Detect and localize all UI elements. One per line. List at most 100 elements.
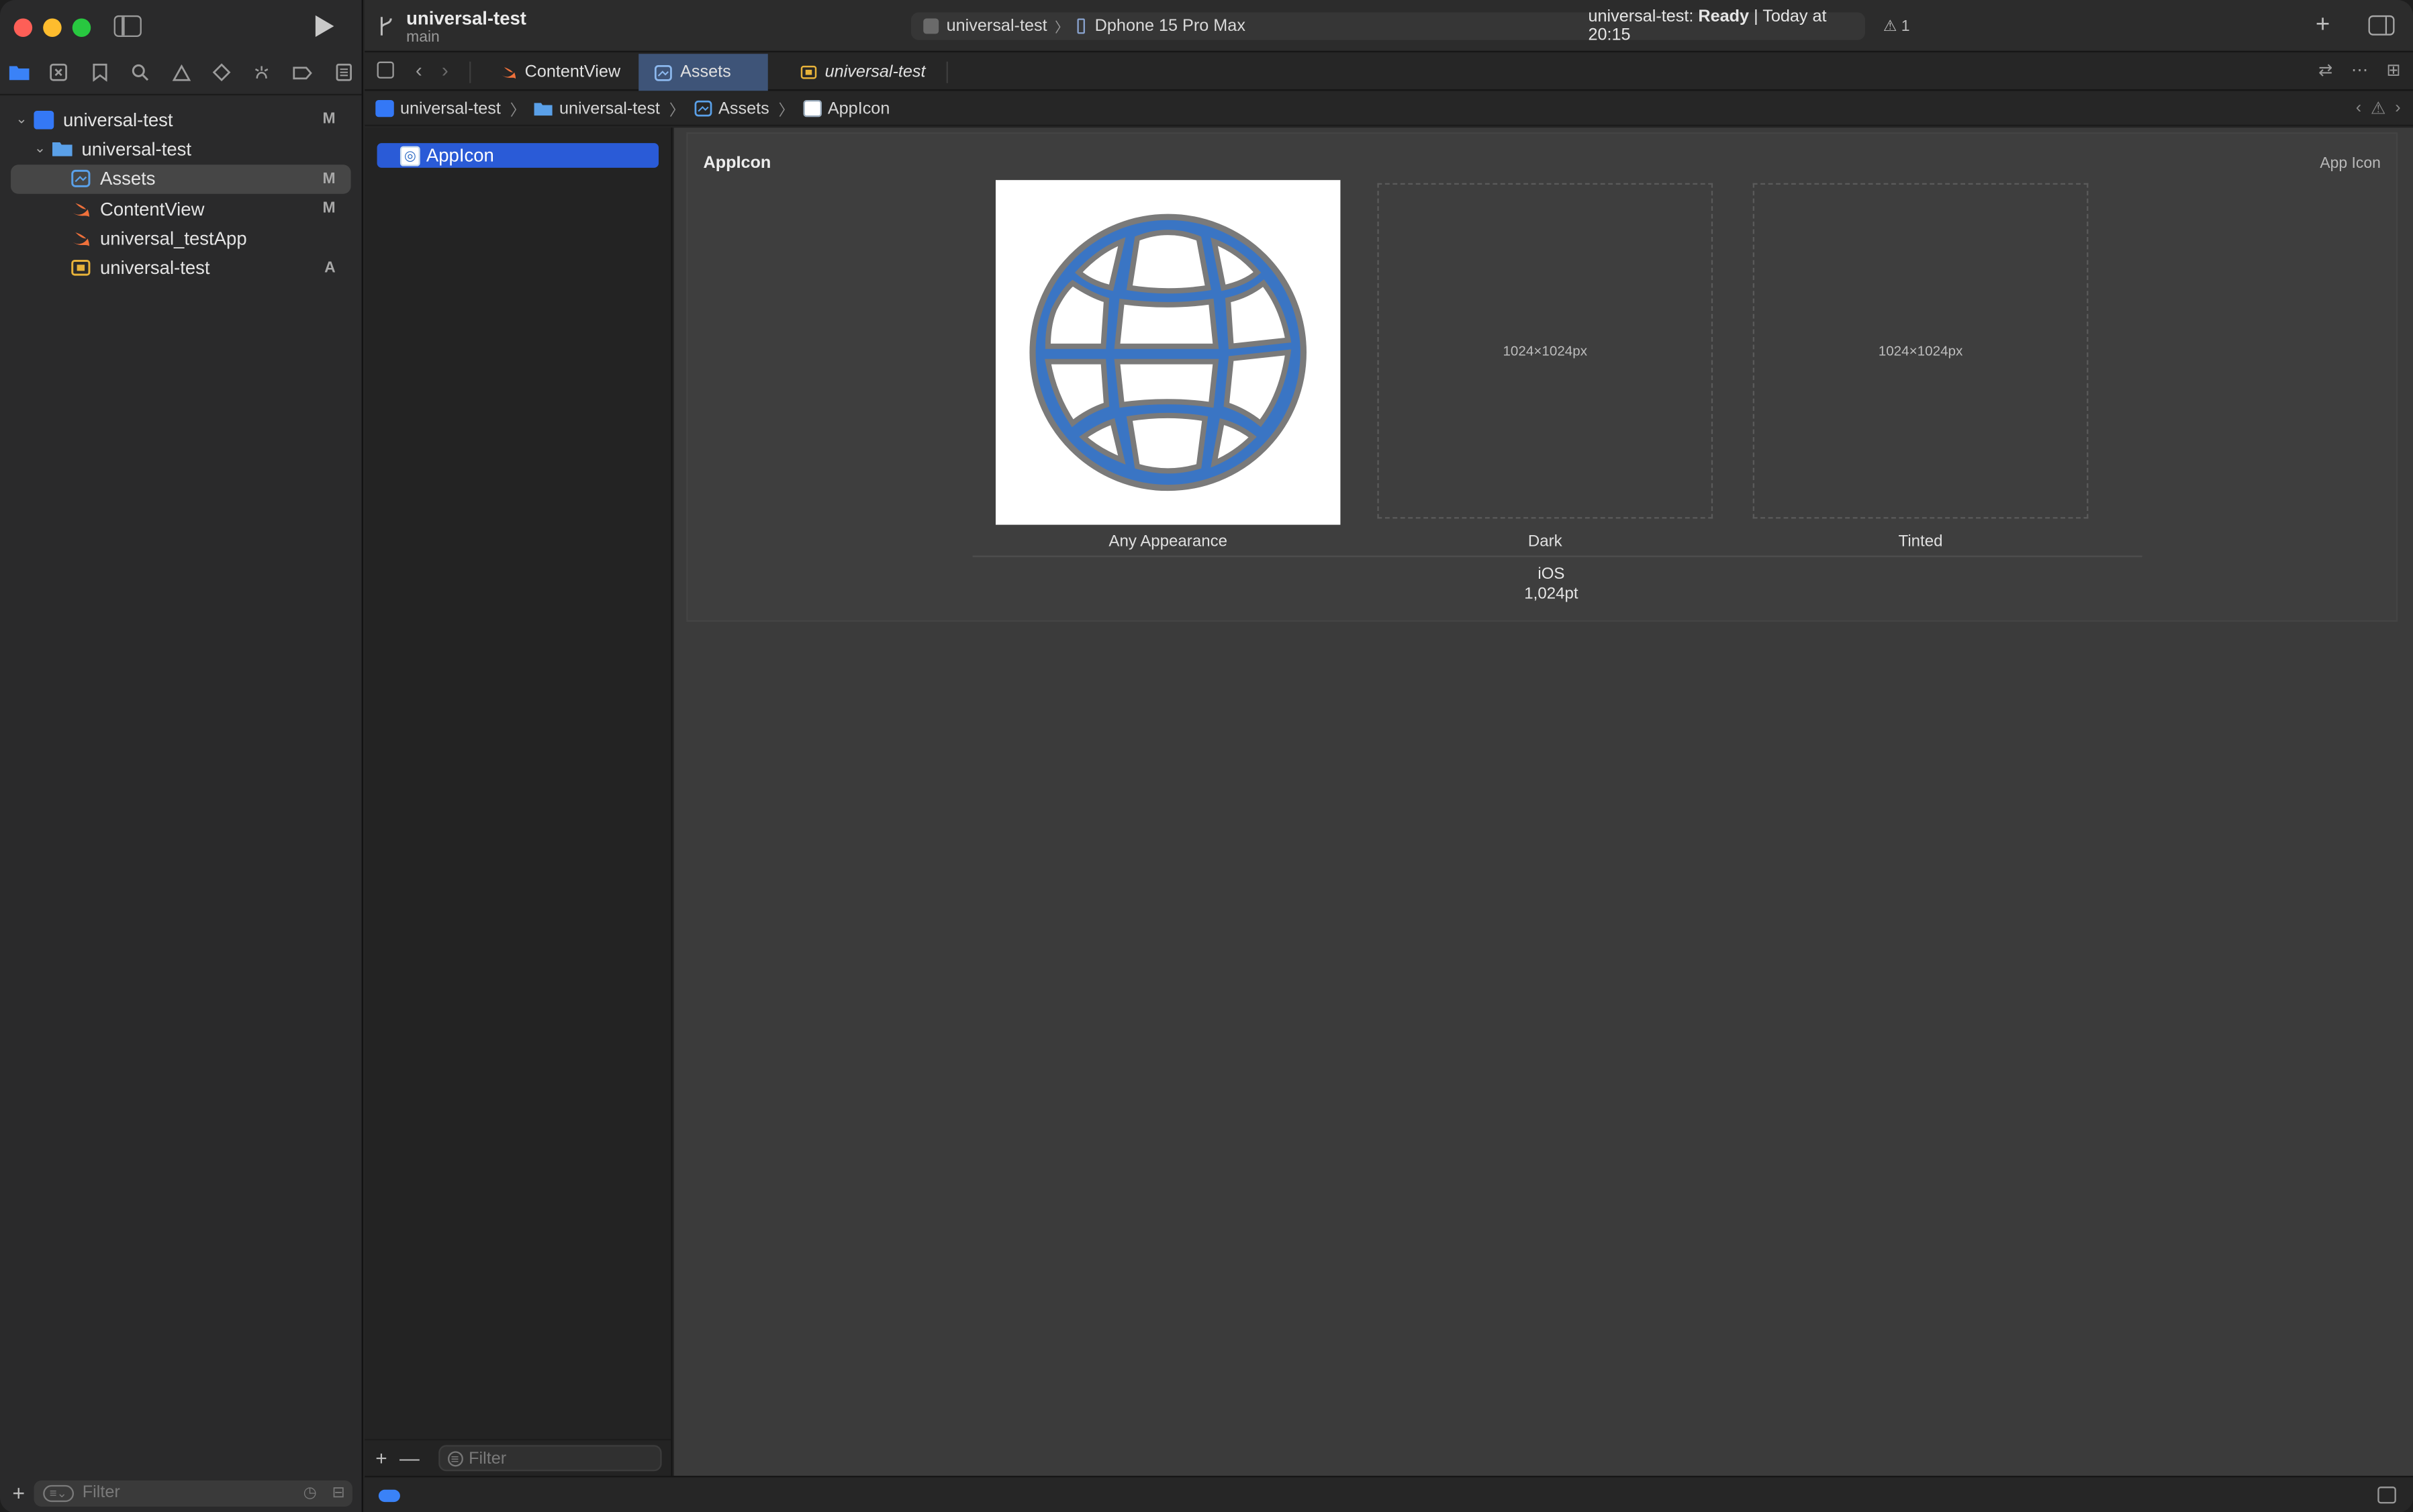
next-issue-icon[interactable]: › [2395, 99, 2400, 119]
size-hint: 1024×1024px [1503, 343, 1588, 359]
breadcrumb-label: Assets [718, 99, 769, 118]
breadcrumb-project[interactable]: universal-test [375, 99, 501, 118]
slot-label: Any Appearance [1108, 532, 1228, 551]
chevron-down-icon[interactable]: ⌄ [14, 111, 30, 128]
list-item[interactable]: ◎ AppIcon [377, 143, 659, 168]
app-icon-thumbnail-icon [803, 99, 822, 117]
tree-item-label: universal-test [81, 138, 192, 160]
globe-icon [1029, 214, 1307, 491]
chevron-right-icon: 〉 [778, 103, 794, 120]
zoom-window-button[interactable] [72, 18, 91, 38]
navigator-filter-field[interactable]: ≡⌄ Filter ◷ ⊟ [34, 1479, 353, 1506]
filter-icon: ≡ [447, 1450, 463, 1466]
report-icon[interactable] [331, 62, 356, 83]
add-asset-button[interactable]: + [375, 1447, 387, 1470]
asset-catalog-icon [694, 100, 712, 117]
tree-row-entitlements[interactable]: universal-test A [0, 253, 362, 283]
asset-filter-field[interactable]: ≡ Filter [438, 1445, 661, 1472]
add-editor-icon[interactable]: ⊞ [2387, 60, 2401, 81]
editor-tab-bar: ‹ › ContentView Assets universal-test ⇄ … [365, 54, 2413, 91]
tree-row-app[interactable]: universal_testApp [0, 224, 362, 253]
branch-name[interactable]: main [406, 30, 440, 46]
iphone-icon [1078, 18, 1086, 34]
issue-warning-icon[interactable]: ⚠ [2371, 99, 2386, 119]
activity-view: universal-test 〉 Dphone 15 Pro Max unive… [910, 7, 1909, 44]
tree-row-contentview[interactable]: ContentView M [0, 194, 362, 224]
scheme-selector[interactable]: universal-test 〉 [923, 16, 1069, 36]
swift-file-icon [72, 202, 89, 217]
slot-label: Dark [1527, 532, 1562, 551]
divider [946, 61, 948, 83]
source-control-icon[interactable] [47, 62, 72, 83]
folder-icon[interactable] [6, 62, 31, 83]
back-arrow-icon[interactable]: ‹ [416, 58, 422, 81]
project-icon [375, 99, 394, 117]
inspector-toggle-icon[interactable] [2368, 15, 2395, 36]
platform-caption: iOS 1,024pt [688, 565, 2413, 603]
sidebar-toggle-icon[interactable] [113, 15, 142, 38]
slot-tinted[interactable]: 1024×1024px Tinted [1748, 180, 2093, 551]
breakpoint-icon[interactable] [290, 62, 315, 83]
filter-placeholder: Filter [469, 1449, 507, 1468]
recent-files-icon[interactable]: ◷ [303, 1484, 317, 1501]
swap-arrows-icon[interactable]: ⇄ [2318, 60, 2332, 81]
breakpoints-toggle-icon[interactable] [378, 1489, 400, 1503]
close-window-button[interactable] [13, 18, 33, 38]
asset-name: AppIcon [426, 144, 494, 167]
destination-selector[interactable]: Dphone 15 Pro Max [1078, 17, 1245, 36]
run-button[interactable] [315, 15, 334, 38]
breadcrumb-label: universal-test [399, 99, 501, 118]
test-icon[interactable] [209, 62, 234, 83]
project-title[interactable]: universal-test [406, 7, 526, 29]
tree-row-group[interactable]: ⌄ universal-test [0, 134, 362, 164]
filter-options-icon[interactable]: ≡⌄ [43, 1484, 74, 1501]
remove-asset-button[interactable]: — [399, 1447, 420, 1470]
divider [972, 555, 2142, 557]
navigator-tabs [6, 58, 355, 86]
breadcrumb-appicon[interactable]: AppIcon [803, 99, 890, 117]
tree-item-label: universal-test [99, 257, 210, 279]
project-icon [34, 110, 54, 129]
swift-file-icon [502, 67, 516, 79]
tree-row-project[interactable]: ⌄ universal-test M [0, 105, 362, 134]
more-options-icon[interactable]: ⋯ [2351, 60, 2368, 81]
empty-image-well[interactable]: 1024×1024px [1752, 183, 2089, 519]
xcode-window: ⌄ universal-test M ⌄ universal-test Asse… [0, 0, 2413, 1512]
find-icon[interactable] [128, 62, 153, 83]
debug-area-toggle-icon[interactable] [2377, 1486, 2396, 1504]
status-badge: M [322, 170, 336, 188]
folder-icon [52, 142, 73, 156]
tab-entitlements[interactable]: universal-test [785, 54, 954, 91]
breadcrumb-group[interactable]: universal-test [534, 99, 660, 118]
size-hint: 1024×1024px [1878, 343, 1963, 359]
minimize-window-button[interactable] [43, 18, 62, 38]
breadcrumb-assets[interactable]: Assets [694, 99, 769, 118]
tab-assets[interactable]: Assets [638, 54, 768, 91]
scm-filter-icon[interactable]: ⊟ [332, 1484, 345, 1501]
previous-issue-icon[interactable]: ‹ [2356, 99, 2361, 119]
slot-any-appearance[interactable]: Any Appearance [995, 180, 1341, 551]
build-status: universal-test: Ready | Today at 20:15 [1588, 7, 1865, 44]
chevron-right-icon: 〉 [669, 103, 685, 120]
empty-image-well[interactable]: 1024×1024px [1377, 183, 1713, 519]
breadcrumb-label: universal-test [559, 99, 660, 118]
slot-dark[interactable]: 1024×1024px Dark [1373, 180, 1717, 551]
tree-row-assets[interactable]: Assets M [11, 164, 351, 194]
chevron-down-icon[interactable]: ⌄ [32, 141, 48, 158]
tab-contentview[interactable]: ContentView [485, 54, 638, 91]
icon-image-well[interactable] [995, 180, 1341, 525]
debug-bar [365, 1476, 2413, 1512]
asset-list-footer: + — ≡ Filter [365, 1439, 671, 1476]
library-add-button[interactable]: + [2316, 12, 2330, 40]
window-controls [13, 18, 91, 38]
warning-indicator[interactable]: ⚠ 1 [1883, 17, 1910, 34]
status-badge: M [322, 111, 336, 128]
bookmark-icon[interactable] [87, 62, 112, 83]
debug-icon[interactable] [250, 62, 275, 83]
status-badge: M [322, 200, 336, 218]
forward-arrow-icon[interactable]: › [442, 58, 448, 81]
swift-file-icon [72, 232, 89, 246]
add-file-button[interactable]: + [12, 1480, 25, 1505]
related-items-icon[interactable] [377, 61, 394, 79]
issue-icon[interactable] [169, 62, 193, 83]
